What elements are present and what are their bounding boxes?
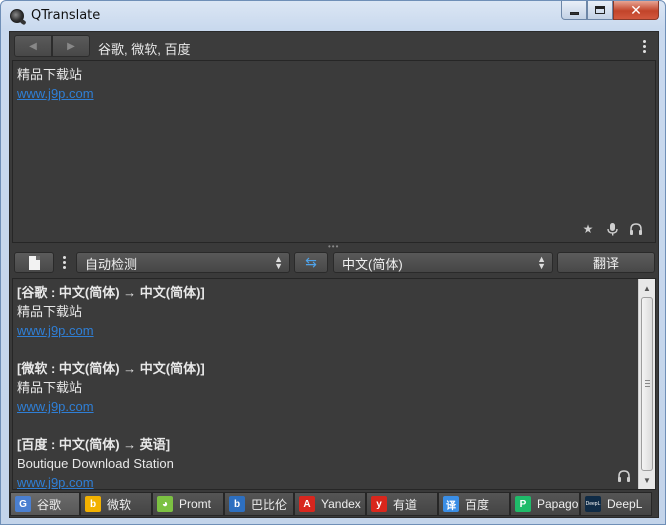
window-title: QTranslate [31, 8, 101, 23]
minimize-icon [569, 11, 579, 15]
window-controls: ✕ [561, 1, 659, 21]
source-text-area[interactable]: 精品下载站 www.j9p.com ★ [12, 60, 656, 243]
translation-result-area[interactable]: [谷歌 : 中文(简体) → 中文(简体)] 精品下载站 www.j9p.com… [12, 278, 656, 490]
language-options-menu-icon[interactable] [63, 256, 67, 271]
tab-label: Promt [179, 497, 212, 511]
close-icon: ✕ [630, 1, 642, 18]
star-icon[interactable]: ★ [581, 222, 595, 236]
yandex-icon: A [299, 496, 315, 512]
document-icon [28, 255, 40, 270]
translate-button-label: 翻译 [592, 256, 619, 271]
forward-arrow-icon: ▶ [67, 40, 75, 52]
result-text: 精品下载站 [17, 380, 83, 395]
source-text-line: 精品下载站 [17, 67, 83, 82]
provider-tabs: G 谷歌 b 微软 ◕ Promt b 巴比伦 A Yandex y 有道译百度 P Papago Deep… [10, 491, 658, 517]
translate-button[interactable]: 翻译 [557, 252, 655, 273]
scrollbar-thumb[interactable] [641, 297, 653, 471]
result-block: [百度 : 中文(简体) → 英语] Boutique Download Sta… [17, 435, 651, 489]
result-header: [微软 : 中文(简体) → 中文(简体)] [17, 361, 205, 376]
microphone-icon[interactable] [605, 222, 619, 236]
tab-label: 百度 [465, 497, 490, 512]
tab-label: DeepL [607, 497, 643, 511]
title-bar[interactable]: QTranslate ✕ [1, 1, 665, 31]
papago-icon: P [515, 496, 531, 512]
back-button[interactable]: ◀ [14, 35, 52, 57]
close-button[interactable]: ✕ [613, 1, 659, 20]
minimize-button[interactable] [561, 1, 587, 20]
result-header: [百度 : 中文(简体) → 英语] [17, 437, 171, 452]
result-block: [微软 : 中文(简体) → 中文(简体)] 精品下载站 www.j9p.com [17, 359, 651, 416]
tab-label: 谷歌 [37, 497, 62, 512]
source-link[interactable]: www.j9p.com [17, 84, 651, 103]
headphones-icon[interactable] [629, 222, 643, 236]
tab-youdao[interactable]: y 有道 [366, 492, 438, 516]
tab-promt[interactable]: ◕ Promt [152, 492, 224, 516]
tab-bing[interactable]: b 微软 [80, 492, 152, 516]
tab-label: 巴比伦 [251, 497, 288, 512]
result-text: 精品下载站 [17, 304, 83, 319]
app-window: QTranslate ✕ ◀ ▶ 谷歌, 微软, 百度 精品下载站 www.j9… [0, 0, 666, 525]
result-link[interactable]: www.j9p.com [17, 321, 651, 340]
maximize-icon [595, 6, 605, 14]
grip-icon [645, 380, 650, 387]
source-language-value: 自动检测 [85, 257, 138, 272]
result-link[interactable]: www.j9p.com [17, 473, 651, 489]
source-language-select[interactable]: 自动检测 ▲ ▼ [76, 252, 290, 273]
babylon-icon: b [229, 496, 245, 512]
swap-languages-button[interactable]: ⇆ [294, 252, 328, 273]
language-toolbar: 自动检测 ▲ ▼ ⇆ 中文(简体) ▲ ▼ 翻译 [10, 250, 658, 276]
app-logo-icon [10, 9, 24, 23]
options-menu-icon[interactable] [643, 40, 647, 55]
headphones-icon[interactable] [617, 469, 631, 483]
select-arrow-icon: ▲ ▼ [537, 254, 546, 271]
result-link[interactable]: www.j9p.com [17, 397, 651, 416]
tab-baidu[interactable]: 译百度 [438, 492, 510, 516]
tab-papago[interactable]: P Papago [510, 492, 580, 516]
new-document-button[interactable] [14, 252, 54, 273]
youdao-icon: y [371, 496, 387, 512]
scroll-down-icon[interactable]: ▼ [639, 472, 655, 488]
bing-icon: b [85, 496, 101, 512]
result-text: Boutique Download Station [17, 456, 174, 471]
tab-label: 有道 [393, 497, 418, 512]
tab-deepl[interactable]: DeepL DeepL [580, 492, 652, 516]
target-language-select[interactable]: 中文(简体) ▲ ▼ [333, 252, 553, 273]
deepl-icon: DeepL [585, 496, 601, 512]
client-area: ◀ ▶ 谷歌, 微软, 百度 精品下载站 www.j9p.com ★ ••• 自… [9, 31, 659, 518]
source-actions: ★ [581, 222, 643, 236]
google-icon: G [15, 496, 31, 512]
tab-google[interactable]: G 谷歌 [10, 492, 80, 516]
forward-button[interactable]: ▶ [52, 35, 90, 57]
back-arrow-icon: ◀ [29, 40, 37, 52]
tab-label: Papago [537, 497, 579, 511]
promt-icon: ◕ [157, 496, 173, 512]
tab-babylon[interactable]: b 巴比伦 [224, 492, 294, 516]
history-toolbar: ◀ ▶ 谷歌, 微软, 百度 [10, 32, 658, 60]
scroll-up-icon[interactable]: ▲ [639, 280, 655, 296]
swap-icon: ⇆ [305, 254, 317, 270]
result-scrollbar[interactable]: ▲ ▼ [638, 279, 655, 489]
select-arrow-icon: ▲ ▼ [274, 254, 283, 271]
result-block: [谷歌 : 中文(简体) → 中文(简体)] 精品下载站 www.j9p.com [17, 283, 651, 340]
tab-label: Yandex [321, 497, 361, 511]
selected-providers-label: 谷歌, 微软, 百度 [98, 42, 191, 57]
result-header: [谷歌 : 中文(简体) → 中文(简体)] [17, 285, 205, 300]
pane-splitter[interactable]: ••• [328, 243, 340, 251]
baidu-icon: 译 [443, 496, 459, 512]
maximize-button[interactable] [587, 1, 613, 20]
target-language-value: 中文(简体) [342, 257, 403, 272]
tab-label: 微软 [107, 497, 132, 512]
tab-yandex[interactable]: A Yandex [294, 492, 366, 516]
